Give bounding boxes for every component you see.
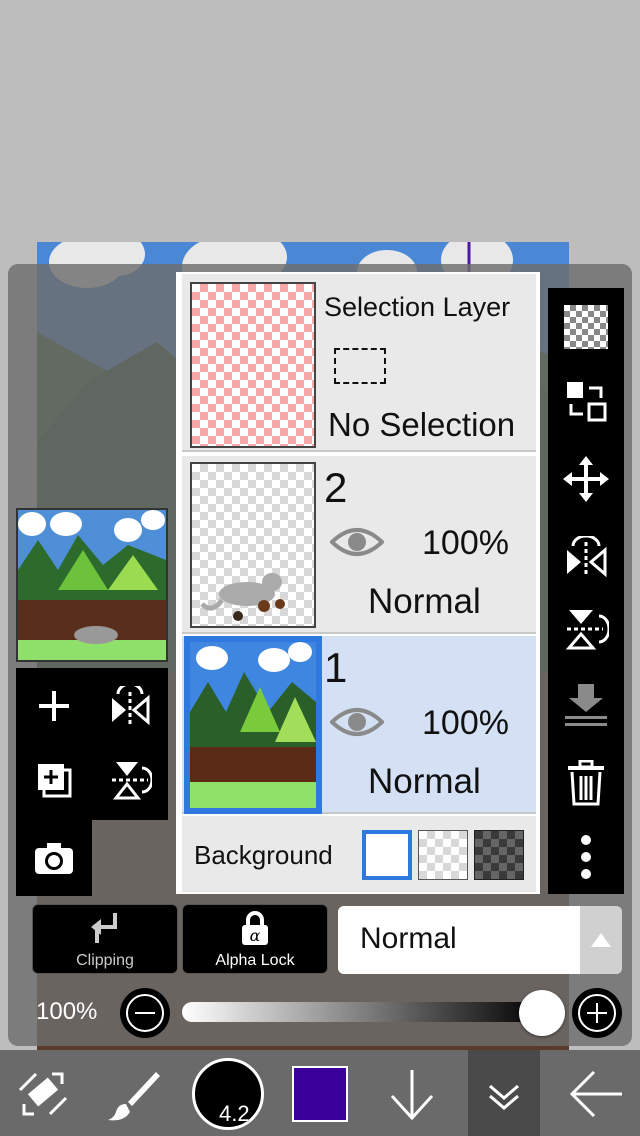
canvas-preview-thumbnail[interactable] — [16, 508, 168, 662]
opacity-increase-button[interactable] — [572, 988, 622, 1038]
transform-button[interactable] — [14, 1064, 74, 1124]
layer-opacity: 100% — [422, 704, 509, 742]
layer-list: Selection Layer No Selection 2 100% Norm… — [176, 272, 540, 894]
merge-down-icon — [565, 684, 607, 726]
add-layer-icon — [39, 691, 69, 721]
layer-number: 2 — [324, 464, 348, 511]
brush-size-button[interactable]: 4.2 — [192, 1058, 264, 1130]
flip-vertical-button[interactable] — [548, 594, 624, 664]
layer-row-1[interactable]: 1 100% Normal — [182, 636, 536, 814]
chevron-up-icon — [591, 933, 611, 947]
selection-layer-row[interactable]: Selection Layer No Selection — [182, 274, 536, 452]
plus-icon — [578, 994, 616, 1032]
svg-text:α: α — [250, 926, 261, 945]
layer-opacity: 100% — [422, 524, 509, 562]
clipping-icon — [91, 913, 117, 943]
preview-artwork — [18, 510, 166, 660]
more-icon — [581, 835, 591, 879]
down-arrow-button[interactable] — [384, 1064, 440, 1124]
background-transparent-option[interactable] — [418, 830, 468, 880]
flip-vertical-icon — [112, 762, 152, 800]
flip-horizontal-icon — [567, 536, 607, 578]
delete-layer-button[interactable] — [548, 748, 624, 818]
transform-icon — [18, 1072, 68, 1116]
back-arrow-icon — [569, 1070, 622, 1118]
flip-horizontal-icon — [112, 686, 150, 726]
checker-button[interactable] — [548, 292, 624, 362]
bottom-toolbar: 4.2 — [0, 1050, 640, 1136]
layer-2-visibility-toggle[interactable] — [329, 524, 385, 565]
opacity-decrease-button[interactable] — [120, 988, 170, 1038]
clipping-button[interactable]: Clipping — [32, 904, 178, 974]
chevron-down-icon — [489, 1084, 519, 1110]
clipping-label: Clipping — [76, 952, 134, 969]
selection-marquee-icon — [334, 348, 386, 384]
layer-actions-toolbar — [548, 288, 624, 894]
move-icon — [563, 456, 609, 502]
background-label: Background — [194, 840, 333, 870]
move-transfer-button[interactable] — [548, 366, 624, 436]
layer-number: 1 — [324, 644, 348, 691]
selection-layer-title: Selection Layer — [324, 292, 511, 322]
camera-icon — [35, 843, 73, 874]
checker-icon — [564, 305, 608, 349]
alpha-lock-button[interactable]: α Alpha Lock — [182, 904, 328, 974]
add-layer-button[interactable] — [24, 676, 84, 736]
blend-mode-select[interactable]: Normal — [338, 906, 622, 974]
layer-row-2[interactable]: 2 100% Normal — [182, 456, 536, 634]
eye-icon — [329, 528, 385, 556]
background-dark-option[interactable] — [474, 830, 524, 880]
brush-button[interactable] — [104, 1064, 164, 1124]
flip-layer-horizontal-button[interactable] — [100, 676, 160, 736]
background-row: Background — [182, 816, 536, 892]
more-button[interactable] — [548, 822, 624, 892]
opacity-label: 100% — [36, 998, 98, 1025]
eye-icon — [329, 708, 385, 736]
camera-button[interactable] — [24, 828, 84, 888]
minus-icon — [126, 994, 164, 1032]
copy-layer-button[interactable] — [24, 750, 84, 810]
alpha-lock-label: Alpha Lock — [215, 952, 295, 969]
flip-layer-vertical-button[interactable] — [100, 750, 160, 810]
layer-2-thumbnail — [190, 462, 316, 628]
opacity-slider-knob[interactable] — [519, 990, 565, 1036]
selection-layer-thumbnail — [190, 282, 316, 448]
down-arrow-icon — [390, 1070, 434, 1121]
background-white-option[interactable] — [362, 830, 412, 880]
brush-size-value: 4.2 — [219, 1101, 250, 1126]
layer-2-artwork — [200, 573, 285, 621]
alpha-lock-icon: α — [242, 911, 268, 945]
layer-blend-mode: Normal — [368, 762, 481, 801]
trash-icon — [568, 760, 604, 806]
copy-layer-icon — [38, 764, 72, 798]
layers-button[interactable] — [468, 1050, 540, 1136]
back-button[interactable] — [566, 1064, 626, 1124]
flip-vertical-icon — [565, 610, 609, 650]
move-button[interactable] — [548, 444, 624, 514]
flip-horizontal-button[interactable] — [548, 522, 624, 592]
layer-1-artwork — [190, 642, 316, 808]
brush-icon — [108, 1072, 160, 1121]
merge-down-button[interactable] — [548, 670, 624, 740]
blend-mode-dropdown-toggle[interactable] — [580, 906, 622, 974]
layer-1-thumbnail — [184, 636, 322, 814]
opacity-slider-track[interactable] — [182, 1002, 542, 1022]
layer-1-visibility-toggle[interactable] — [329, 704, 385, 745]
move-transfer-icon — [567, 382, 607, 422]
selection-status: No Selection — [328, 406, 516, 443]
layer-blend-mode: Normal — [368, 582, 481, 621]
blend-mode-value: Normal — [360, 922, 457, 955]
color-swatch-button[interactable] — [292, 1066, 348, 1122]
